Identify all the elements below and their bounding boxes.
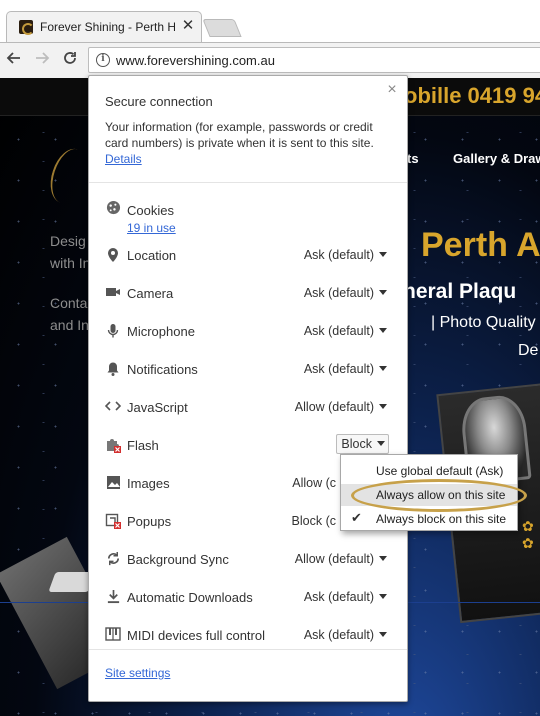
cookies-in-use-link[interactable]: 19 in use <box>127 221 176 235</box>
javascript-select[interactable]: Allow (default) <box>295 400 387 414</box>
permission-label: Location <box>127 248 177 263</box>
permission-label: Flash <box>127 438 159 453</box>
divider <box>89 649 407 650</box>
site-side-text: with In <box>50 255 91 271</box>
close-icon[interactable]: × <box>385 82 399 98</box>
puzzle-blocked-icon <box>105 437 121 453</box>
info-icon[interactable]: i <box>96 53 110 67</box>
permission-label: Notifications <box>127 362 198 377</box>
cookies-label: Cookies <box>127 203 174 218</box>
tab-title: Forever Shining - Perth H <box>40 20 175 34</box>
midi-select[interactable]: Ask (default) <box>304 628 387 642</box>
back-arrow-icon[interactable] <box>4 50 24 70</box>
image-icon <box>105 475 121 491</box>
menu-item-always-allow[interactable]: Always allow on this site <box>341 484 517 506</box>
site-side-text: Conta <box>50 295 88 311</box>
automatic-downloads-select[interactable]: Ask (default) <box>304 590 387 604</box>
permission-row-notifications: Notifications Ask (default) <box>89 358 407 382</box>
location-pin-icon <box>105 247 121 263</box>
permission-label: Background Sync <box>127 552 229 567</box>
code-icon <box>104 399 122 415</box>
checkmark-icon: ✔ <box>351 510 362 525</box>
permission-row-automatic-downloads: Automatic Downloads Ask (default) <box>89 586 407 610</box>
permission-label: Automatic Downloads <box>127 590 253 605</box>
camera-select[interactable]: Ask (default) <box>304 286 387 300</box>
site-nav-link[interactable]: ts <box>407 151 419 166</box>
url-text[interactable]: www.forevershining.com.au <box>116 53 275 68</box>
menu-item-always-block[interactable]: ✔ Always block on this site <box>341 508 517 530</box>
location-select[interactable]: Ask (default) <box>304 248 387 262</box>
site-favicon-icon <box>19 20 34 35</box>
piano-icon <box>105 627 121 643</box>
details-link[interactable]: Details <box>105 152 142 166</box>
microphone-icon <box>105 323 121 339</box>
permission-row-background-sync: Background Sync Allow (default) <box>89 548 407 572</box>
site-phone-text: obille 0419 94 <box>404 83 540 108</box>
popup-blocked-icon <box>105 513 121 529</box>
bell-icon <box>105 361 121 377</box>
connection-title: Secure connection <box>105 94 213 109</box>
divider <box>89 182 407 183</box>
permission-row-microphone: Microphone Ask (default) <box>89 320 407 344</box>
notifications-select[interactable]: Ask (default) <box>304 362 387 376</box>
permission-label: Popups <box>127 514 172 529</box>
flower-decoration: ✿ ✿ <box>522 518 534 551</box>
menu-item-label: Always allow on this site <box>376 488 506 502</box>
permission-row-midi: MIDI devices full control Ask (default) <box>89 624 407 648</box>
browser-tab[interactable]: Forever Shining - Perth H ✕ <box>6 11 202 42</box>
permission-row-location: Location Ask (default) <box>89 244 407 268</box>
site-settings-link[interactable]: Site settings <box>105 666 170 680</box>
site-side-text: and In <box>50 317 89 333</box>
permission-row-camera: Camera Ask (default) <box>89 282 407 306</box>
site-subheadline: neral Plaqu <box>403 280 517 303</box>
site-headline: Perth A <box>421 226 540 264</box>
permission-row-javascript: JavaScript Allow (default) <box>89 396 407 420</box>
cookie-icon <box>105 200 121 216</box>
site-subheadline: | Photo Quality <box>431 314 536 331</box>
site-nav-gallery-link[interactable]: Gallery & Draw <box>453 151 540 166</box>
connection-description: Your information (for example, passwords… <box>105 120 374 150</box>
site-side-text: Desig <box>50 233 86 249</box>
reload-icon[interactable] <box>60 50 80 70</box>
site-subheadline: De <box>518 342 539 359</box>
download-icon <box>105 589 121 605</box>
flash-select[interactable]: Block <box>336 434 389 454</box>
permission-label: MIDI devices full control <box>127 628 265 643</box>
menu-item-label: Use global default (Ask) <box>376 464 504 478</box>
site-info-popup: × Secure connection Your information (fo… <box>88 75 408 702</box>
browser-toolbar: i www.forevershining.com.au <box>0 42 540 78</box>
permission-label: Images <box>127 476 170 491</box>
menu-item-use-global-default[interactable]: Use global default (Ask) <box>341 460 517 482</box>
sync-icon <box>105 551 121 567</box>
microphone-select[interactable]: Ask (default) <box>304 324 387 338</box>
forward-arrow-icon[interactable] <box>32 50 52 70</box>
address-bar[interactable]: i www.forevershining.com.au <box>88 47 540 73</box>
background-sync-select[interactable]: Allow (default) <box>295 552 387 566</box>
new-tab-button[interactable] <box>202 19 242 37</box>
camera-icon <box>105 285 121 301</box>
flash-dropdown-menu: Use global default (Ask) Always allow on… <box>340 454 518 531</box>
menu-item-label: Always block on this site <box>376 512 507 526</box>
permission-label: Microphone <box>127 324 195 339</box>
tab-close-icon[interactable]: ✕ <box>180 16 196 36</box>
permission-label: JavaScript <box>127 400 188 415</box>
tab-strip: Forever Shining - Perth H ✕ <box>0 0 540 42</box>
permission-label: Camera <box>127 286 174 301</box>
